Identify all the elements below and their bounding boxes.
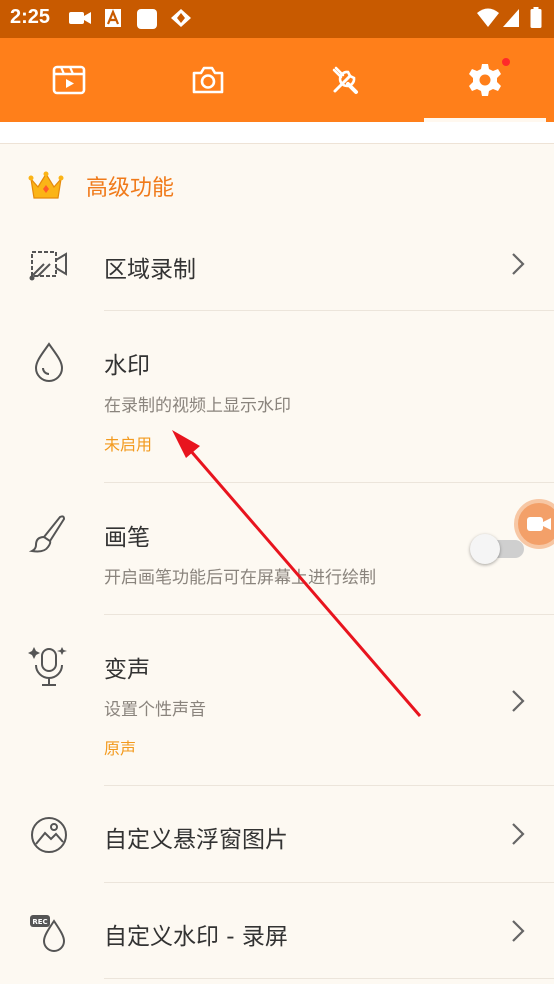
battery-icon [530,7,542,28]
image-circle-icon [31,817,67,853]
video-list-icon [52,65,86,95]
text-a-icon [105,9,121,27]
divider [104,978,554,979]
notification-dot [501,58,510,66]
item-title: 变声 [104,657,150,683]
item-title: 区域录制 [104,257,196,283]
item-title: 自定义水印 - 录屏 [104,924,288,950]
gear-icon [468,64,501,96]
item-subtitle: 在录制的视频上显示水印 [104,396,291,416]
item-state: 原声 [104,739,137,758]
brush-icon [28,515,66,553]
section-header: 高级功能 [28,170,174,202]
item-title: 画笔 [104,525,150,551]
item-watermark[interactable]: 水印 在录制的视频上显示水印 未启用 [0,311,554,483]
signal-icon [503,9,519,27]
diamond-icon [171,9,191,27]
item-custom-float-image[interactable]: 自定义悬浮窗图片 [0,786,554,883]
item-voice-change[interactable]: 变声 设置个性声音 原声 [0,615,554,786]
chevron-right-icon [512,690,525,712]
top-card-edge [0,122,554,144]
item-title: 水印 [104,353,150,379]
item-brush: 画笔 开启画笔功能后可在屏幕上进行绘制 [0,483,554,615]
video-camera-icon [69,12,91,24]
toggle-knob [470,534,500,564]
app-square-icon [137,9,157,29]
svg-text:REC: REC [32,918,47,926]
status-bar: 2:25 [0,0,554,38]
item-title: 自定义悬浮窗图片 [104,827,288,853]
wifi-icon [477,8,499,27]
item-custom-watermark-record[interactable]: REC 自定义水印 - 录屏 [0,883,554,979]
item-state: 未启用 [104,435,153,454]
tab-tools[interactable] [277,38,416,122]
area-record-icon [29,251,67,281]
item-subtitle: 开启画笔功能后可在屏幕上进行绘制 [104,568,376,588]
chevron-right-icon [512,253,525,275]
item-subtitle: 设置个性声音 [104,700,206,720]
brush-toggle[interactable] [470,534,524,564]
tools-icon [332,66,359,94]
main-tab-bar [0,38,554,122]
section-title: 高级功能 [86,176,175,201]
chevron-right-icon [512,823,525,845]
microphone-icon [28,647,67,686]
crown-icon [28,171,64,199]
item-area-record[interactable]: 区域录制 [0,218,554,311]
video-camera-icon [527,517,551,531]
status-time: 2:25 [10,6,51,28]
camera-icon [192,66,224,94]
chevron-right-icon [512,920,525,942]
rec-watermark-icon: REC [30,915,66,952]
tab-settings[interactable] [416,38,554,122]
water-drop-icon [34,342,64,382]
tab-screenshot[interactable] [139,38,278,122]
tab-video-list[interactable] [0,38,139,122]
